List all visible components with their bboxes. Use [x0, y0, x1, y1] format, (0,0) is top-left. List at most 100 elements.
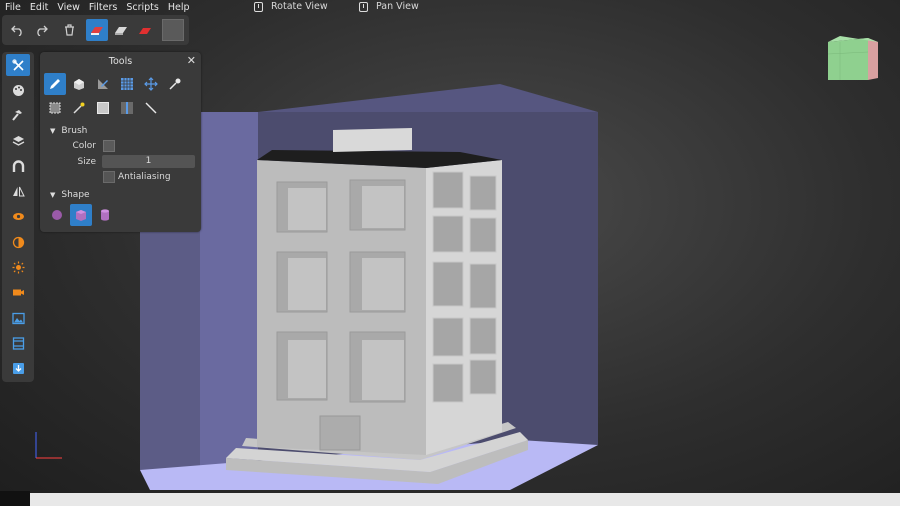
tool-move[interactable] [140, 73, 162, 95]
dock-mirror-button[interactable] [6, 180, 30, 202]
film-icon [12, 337, 24, 350]
rooftop-block [333, 128, 412, 152]
palette-icon [12, 84, 24, 96]
tool-line[interactable] [140, 97, 162, 119]
delete-button[interactable] [58, 19, 80, 41]
back-wall-left-shade [200, 112, 258, 470]
antialiasing-checkbox[interactable] [103, 171, 115, 183]
pencil-icon [50, 79, 60, 89]
color-label: Color [72, 141, 97, 151]
slice-icon [121, 102, 133, 114]
collapse-triangle-icon: ▼ [50, 127, 56, 135]
menu-filters[interactable]: Filters [84, 2, 121, 13]
tool-slice[interactable] [116, 97, 138, 119]
menu-scripts[interactable]: Scripts [121, 2, 163, 13]
dock-hammer-button[interactable] [6, 105, 30, 127]
left-dock [2, 52, 34, 382]
pan-view-button[interactable]: Pan View [359, 1, 419, 12]
magnet-icon [12, 160, 24, 172]
size-input[interactable]: 1 [102, 155, 195, 168]
camera-icon [12, 289, 24, 296]
sphere-icon [52, 210, 62, 220]
dock-light-button[interactable] [6, 256, 30, 278]
rotate-view-button[interactable]: Rotate View [254, 1, 328, 12]
menu-edit[interactable]: Edit [25, 2, 52, 13]
tool-magic-wand[interactable] [68, 97, 90, 119]
back-wall-top [258, 84, 598, 112]
collapse-triangle-icon: ▼ [50, 191, 56, 199]
brush-section-label: Brush [61, 126, 88, 136]
brush-mode-paint-button[interactable] [134, 19, 156, 41]
close-icon[interactable]: ✕ [187, 54, 196, 67]
rotate-view-icon [254, 1, 263, 12]
size-label: Size [77, 157, 96, 167]
undo-button[interactable] [6, 19, 28, 41]
door [319, 415, 361, 451]
contrast-icon [12, 236, 24, 248]
dock-layers-button[interactable] [6, 130, 30, 152]
move-icon [144, 77, 158, 91]
undo-icon [10, 25, 22, 36]
extrude-icon [74, 79, 84, 90]
dock-contrast-button[interactable] [6, 231, 30, 253]
redo-icon [36, 25, 48, 36]
status-corner [0, 491, 30, 506]
trash-icon [64, 24, 74, 36]
eraser-flat-red-icon [139, 28, 151, 34]
shape-section-label: Shape [61, 190, 90, 200]
shape-section-header[interactable]: ▼ Shape [50, 190, 90, 200]
tools-panel-title: Tools [108, 56, 133, 67]
tool-picker[interactable] [164, 73, 186, 95]
brush-mode-erase-button[interactable] [110, 19, 132, 41]
menu-bar: File Edit View Filters Scripts Help [0, 0, 900, 14]
hammer-icon [11, 110, 22, 121]
layers-icon [12, 135, 24, 146]
rotate-view-label: Rotate View [271, 1, 328, 12]
magic-wand-icon [73, 102, 85, 114]
cube-icon [76, 210, 86, 221]
shape-cube-button[interactable] [70, 204, 92, 226]
brush-color-swatch[interactable] [103, 140, 115, 152]
tool-grid[interactable] [116, 73, 138, 95]
shape-sphere-button[interactable] [46, 204, 68, 226]
tool-select[interactable] [44, 97, 66, 119]
brush-section-header[interactable]: ▼ Brush [50, 126, 87, 136]
selection-icon [49, 102, 61, 114]
image-icon [11, 312, 25, 324]
eraser-gray-icon [115, 27, 127, 35]
pan-view-icon [359, 1, 368, 12]
menu-file[interactable]: File [0, 2, 25, 13]
line-icon [145, 102, 157, 114]
fill-icon [97, 102, 109, 114]
tool-extrude[interactable] [68, 73, 90, 95]
dock-eye-button[interactable] [6, 206, 30, 228]
cylinder-icon [101, 209, 109, 221]
menu-view[interactable]: View [52, 2, 84, 13]
dock-tools-button[interactable] [6, 54, 30, 77]
tool-pencil[interactable] [44, 73, 66, 95]
dock-image-button[interactable] [6, 307, 30, 329]
navigation-cube[interactable] [826, 34, 880, 84]
dock-film-button[interactable] [6, 332, 30, 354]
menu-help[interactable]: Help [163, 2, 194, 13]
eyedropper-icon [169, 78, 181, 90]
brush-mode-add-button[interactable] [86, 19, 108, 41]
pan-view-label: Pan View [376, 1, 419, 12]
eye-icon [12, 213, 24, 221]
tool-fill[interactable] [92, 97, 114, 119]
eraser-red-icon [91, 27, 103, 35]
shape-cylinder-button[interactable] [94, 204, 116, 226]
dock-camera-button[interactable] [6, 282, 30, 304]
shape-options [46, 204, 116, 226]
download-icon [12, 363, 24, 375]
dock-magnet-button[interactable] [6, 155, 30, 177]
dock-palette-button[interactable] [6, 79, 30, 101]
tools-icon [11, 59, 24, 71]
mirror-icon [12, 186, 25, 197]
dock-download-button[interactable] [6, 358, 30, 380]
light-icon [12, 261, 24, 274]
tool-shade[interactable] [92, 73, 114, 95]
tool-grid [44, 73, 188, 120]
color-swatch-button[interactable] [162, 19, 184, 41]
redo-button[interactable] [30, 19, 52, 41]
